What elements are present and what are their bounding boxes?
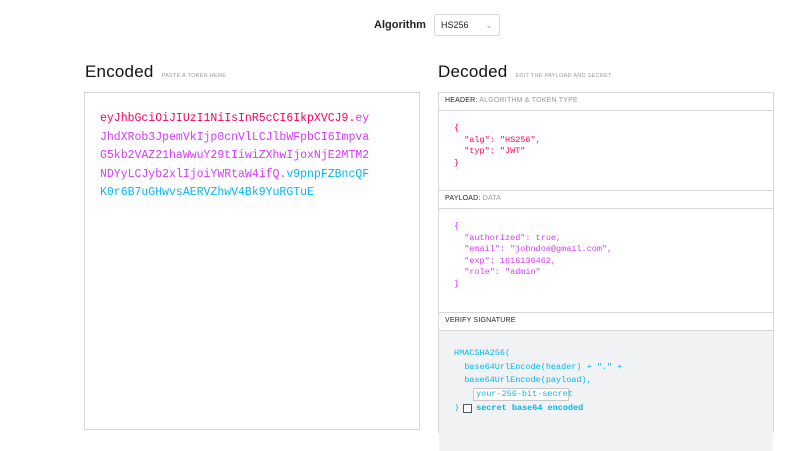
header-json-editor[interactable]: { "alg": "HS256", "typ": "JWT"} bbox=[439, 111, 773, 191]
base64-checkbox[interactable] bbox=[463, 404, 473, 413]
signature-payload-line: base64UrlEncode(payload), bbox=[454, 375, 592, 385]
token-line: K0r6B7uGHwvsAERVZhwV4Bk9YuRGTuE bbox=[100, 184, 419, 203]
algorithm-selected-value: HS256 bbox=[440, 20, 469, 30]
token-segment-payload: JhdXRob3JpemVkIjp0cnVlLCJlbWFpbCI6Impva bbox=[100, 130, 370, 144]
secret-input[interactable]: your-256-bit-secret bbox=[473, 387, 573, 401]
token-segment-payload: NDYyLCJyb2xlIjoiYWRtaW4ifQ bbox=[100, 167, 280, 181]
token-line: NDYyLCJyb2xlIjoiYWRtaW4ifQ.v9pnpFZBncQF bbox=[100, 166, 419, 185]
token-line: G5kb2VAZ21haWwuY29tIiwiZXhwIjoxNjE2MTM2 bbox=[100, 147, 419, 166]
payload-json-line: "authorized": true, bbox=[454, 232, 562, 243]
signature-func-line: HMACSHA256( bbox=[454, 348, 511, 358]
signature-block: HMACSHA256( base64UrlEncode(header) + ".… bbox=[439, 331, 773, 451]
payload-json-line: "email": "johndoe@gmail.com", bbox=[454, 244, 613, 254]
payload-json-line: "role": "admin" bbox=[454, 267, 541, 277]
token-segment-payload: ey bbox=[355, 112, 370, 125]
token-segment-payload: G5kb2VAZ21haWwuY29tIiwiZXhwIjoxNjE2MTM2 bbox=[100, 149, 370, 162]
algorithm-row: Algorithm HS256 ⌄ bbox=[374, 14, 500, 36]
signature-header-line: base64UrlEncode(header) + "." + bbox=[454, 361, 623, 372]
header-json-line: } bbox=[454, 157, 460, 168]
header-section-label: HEADER: ALGORITHM & TOKEN TYPE bbox=[439, 93, 773, 111]
decoded-title: Decoded bbox=[438, 62, 508, 81]
algorithm-label: Algorithm bbox=[374, 19, 426, 31]
header-json-line: "alg": "HS256", bbox=[454, 134, 541, 145]
payload-section-label: PAYLOAD: DATA bbox=[439, 191, 773, 209]
decoded-hint: EDIT THE PAYLOAD AND SECRET bbox=[515, 73, 612, 79]
decoded-heading: Decoded EDIT THE PAYLOAD AND SECRET bbox=[438, 62, 612, 82]
base64-checkbox-label: secret base64 encoded bbox=[476, 402, 584, 413]
encoded-title: Encoded bbox=[85, 62, 154, 81]
encoded-hint: PASTE A TOKEN HERE bbox=[161, 73, 227, 79]
signature-close-paren: ) bbox=[454, 402, 460, 413]
payload-json-line: { bbox=[454, 221, 460, 231]
payload-json-editor[interactable]: { "authorized": true, "email": "johndoe@… bbox=[439, 209, 773, 313]
token-line: eyJhbGciOiJIUzI1NiIsInR5cCI6IkpXVCJ9.ey bbox=[100, 110, 419, 129]
signature-section-label: VERIFY SIGNATURE bbox=[439, 313, 773, 331]
header-json-line: { bbox=[454, 123, 460, 133]
token-segment-sig: K0r6B7uGHwvsAERVZhwV4Bk9YuRGTuE bbox=[100, 186, 314, 199]
decoded-panel: HEADER: ALGORITHM & TOKEN TYPE { "alg": … bbox=[438, 92, 774, 451]
chevron-down-icon: ⌄ bbox=[485, 19, 493, 30]
header-json-line: "typ": "JWT" bbox=[454, 146, 526, 156]
algorithm-select[interactable]: HS256 ⌄ bbox=[433, 14, 500, 36]
payload-json-line: "exp": 1616136462, bbox=[454, 255, 557, 266]
token-line: JhdXRob3JpemVkIjp0cnVlLCJlbWFpbCI6Impva bbox=[100, 129, 419, 148]
token-segment-sig: v9pnpFZBncQF bbox=[286, 167, 370, 181]
token-segment-header: eyJhbGciOiJIUzI1NiIsInR5cCI6IkpXVCJ9 bbox=[100, 112, 349, 125]
encoded-heading: Encoded PASTE A TOKEN HERE bbox=[85, 62, 226, 82]
payload-json-line: } bbox=[454, 278, 460, 289]
encoded-token-editor[interactable]: eyJhbGciOiJIUzI1NiIsInR5cCI6IkpXVCJ9.ey J… bbox=[84, 92, 420, 430]
signature-close-row: ) secret base64 encoded bbox=[454, 402, 773, 416]
